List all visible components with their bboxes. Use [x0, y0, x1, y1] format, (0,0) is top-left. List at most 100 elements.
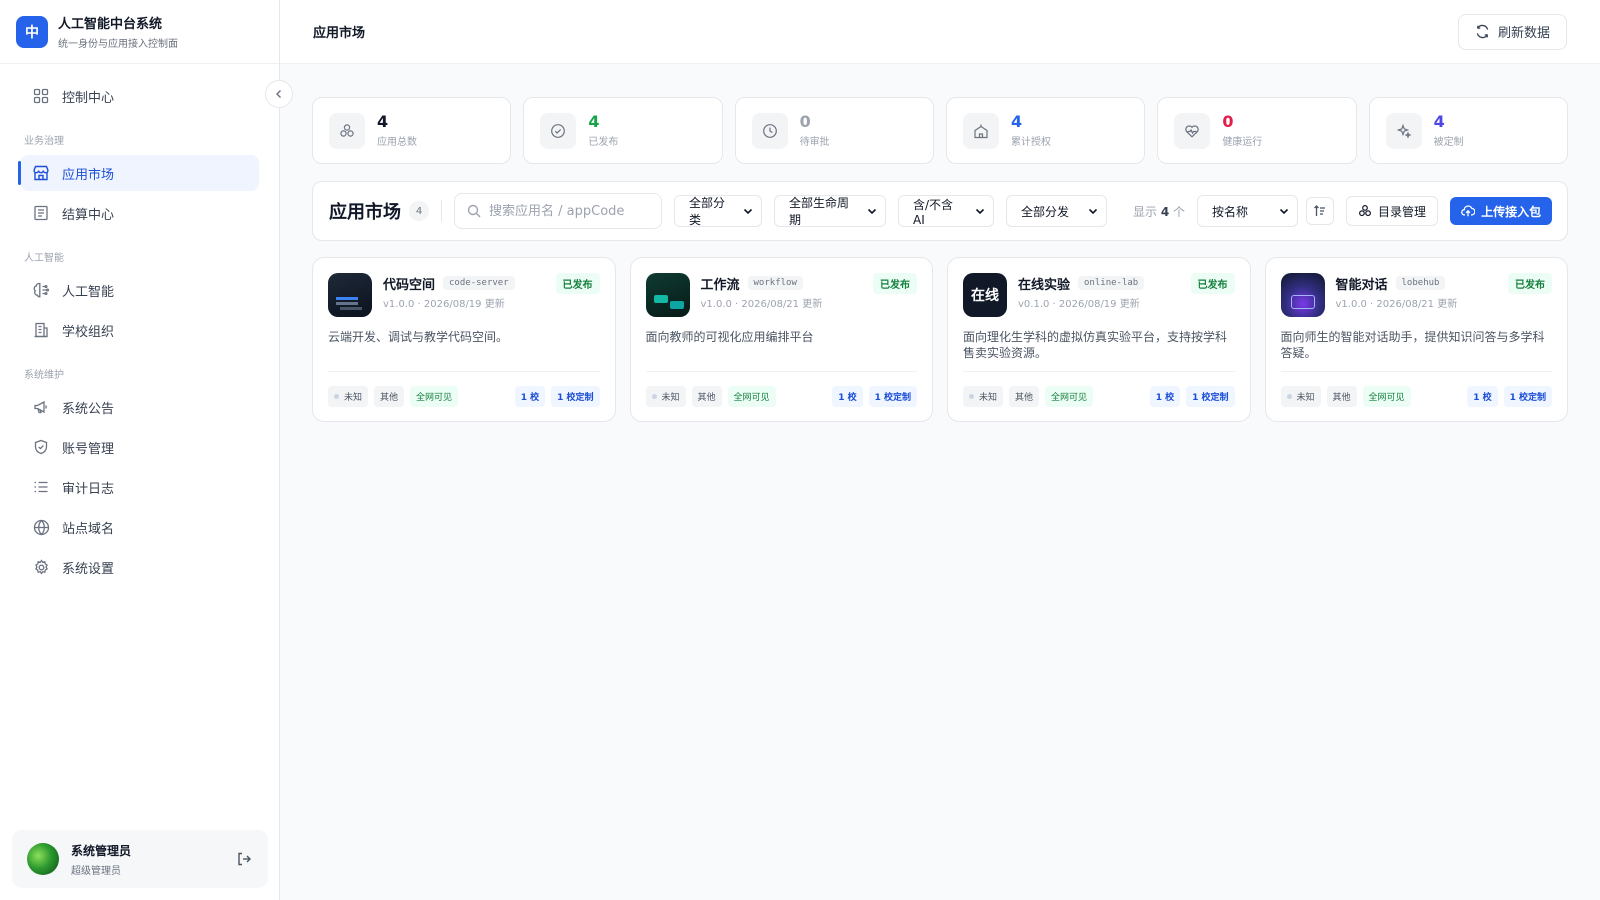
sidebar-item-billing[interactable]: 结算中心 — [20, 195, 259, 231]
shown-suffix: 个 — [1173, 204, 1186, 219]
health-tag: 未知 — [645, 386, 686, 407]
search-input[interactable] — [489, 203, 649, 219]
sidebar-item-audit-log[interactable]: 审计日志 — [20, 469, 259, 505]
lifecycle-filter[interactable]: 全部生命周期 — [774, 195, 886, 227]
app-description: 云端开发、调试与教学代码空间。 — [328, 330, 509, 344]
stat-label: 已发布 — [588, 137, 619, 148]
sidebar-item-label: 控制中心 — [62, 90, 115, 106]
category-tag: 其他 — [1009, 386, 1040, 407]
apps-icon — [329, 112, 365, 149]
upload-label: 上传接入包 — [1481, 204, 1542, 219]
sidebar-item-schools[interactable]: 学校组织 — [20, 312, 259, 348]
custom-tag: 1 校定制 — [1503, 386, 1552, 407]
sidebar-item-label: 应用市场 — [62, 167, 115, 183]
grid-icon — [32, 87, 50, 105]
megaphone-icon — [32, 398, 50, 416]
sidebar-item-ai[interactable]: 人工智能 — [20, 272, 259, 308]
refresh-icon — [1475, 24, 1490, 39]
category-tag: 其他 — [1326, 386, 1357, 407]
stat-value: 4 — [588, 112, 600, 131]
status-badge: 已发布 — [1190, 272, 1235, 294]
sidebar-item-label: 账号管理 — [62, 441, 115, 457]
refresh-button[interactable]: 刷新数据 — [1457, 13, 1567, 50]
app-code: online-lab — [1078, 276, 1145, 290]
page-title: 应用市场 — [313, 26, 366, 41]
app-card[interactable]: 智能对话 lobehub 已发布 v1.0.0 · 2026/08/21 更新 … — [1264, 257, 1568, 422]
app-version: v1.0.0 · 2026/08/19 更新 — [383, 299, 505, 310]
lifecycle-filter-value: 全部生命周期 — [789, 196, 850, 227]
catalog-button[interactable]: 目录管理 — [1346, 196, 1439, 226]
sidebar-item-announcements[interactable]: 系统公告 — [20, 389, 259, 425]
health-tag: 未知 — [328, 386, 369, 407]
app-version: v0.1.0 · 2026/08/19 更新 — [1018, 299, 1140, 310]
sort-select-value: 按名称 — [1212, 204, 1249, 219]
app-card[interactable]: 工作流 workflow 已发布 v1.0.0 · 2026/08/21 更新 … — [629, 257, 933, 422]
sort-direction-button[interactable] — [1306, 197, 1335, 225]
schools-tag: 1 校 — [1467, 386, 1498, 407]
shown-prefix: 显示 — [1133, 204, 1158, 219]
sidebar-nav: 控制中心 业务治理 应用市场 结算中心 人工智能 人工智能 学校组织 系统维护 … — [0, 64, 279, 599]
brand: 中 人工智能中台系统 统一身份与应用接入控制面 — [0, 0, 279, 64]
stat-value: 0 — [799, 112, 811, 131]
brain-icon — [32, 281, 50, 299]
shown-number: 4 — [1160, 204, 1170, 219]
app-name: 在线实验 — [1018, 277, 1071, 293]
sidebar-item-label: 结算中心 — [62, 207, 115, 223]
heart-pulse-icon — [1174, 112, 1211, 149]
stat-value: 4 — [1010, 112, 1023, 131]
health-tag-label: 未知 — [344, 393, 363, 403]
sidebar-item-domains[interactable]: 站点域名 — [20, 509, 259, 545]
visibility-tag: 全网可见 — [727, 386, 776, 407]
search-box[interactable] — [454, 193, 662, 229]
category-filter[interactable]: 全部分类 — [674, 195, 762, 227]
app-icon — [328, 273, 372, 317]
health-tag-label: 未知 — [1296, 393, 1315, 403]
section-title: 应用市场 — [329, 202, 401, 223]
sidebar-item-app-market[interactable]: 应用市场 — [18, 155, 259, 191]
ai-filter-value: 含/不含 AI — [913, 197, 954, 227]
distribution-filter[interactable]: 全部分发 — [1006, 195, 1107, 227]
stat-label: 应用总数 — [377, 137, 417, 148]
ai-filter[interactable]: 含/不含 AI — [898, 195, 994, 227]
stat-value: 4 — [377, 112, 389, 131]
check-circle-icon — [540, 112, 577, 149]
avatar[interactable] — [27, 843, 59, 875]
sidebar-item-label: 站点域名 — [62, 521, 115, 537]
app-icon: 在线 — [963, 273, 1007, 317]
upload-package-button[interactable]: 上传接入包 — [1450, 197, 1553, 225]
app-card-grid: 代码空间 code-server 已发布 v1.0.0 · 2026/08/19… — [312, 257, 1568, 422]
sidebar-item-label: 人工智能 — [62, 284, 115, 300]
sidebar-item-dashboard[interactable]: 控制中心 — [20, 78, 259, 114]
sort-select[interactable]: 按名称 — [1197, 195, 1299, 227]
app-card[interactable]: 代码空间 code-server 已发布 v1.0.0 · 2026/08/19… — [312, 257, 616, 422]
brand-logo: 中 — [16, 15, 48, 48]
stat-card-healthy: 0 健康运行 — [1157, 97, 1357, 164]
school-icon — [962, 112, 999, 149]
custom-tag: 1 校定制 — [551, 386, 600, 407]
sidebar-collapse-button[interactable] — [265, 80, 293, 108]
app-description: 面向理化生学科的虚拟仿真实验平台，支持按学科售卖实验资源。 — [963, 330, 1228, 360]
chevron-down-icon — [1279, 206, 1289, 216]
gear-icon — [32, 558, 50, 576]
visibility-tag: 全网可见 — [1045, 386, 1094, 407]
shield-icon — [32, 438, 50, 456]
card-footer: 未知 其他 全网可见 1 校 1 校定制 — [328, 371, 600, 421]
chevron-down-icon — [1088, 206, 1098, 216]
stat-label: 累计授权 — [1010, 137, 1051, 148]
category-tag: 其他 — [374, 386, 405, 407]
topbar: 应用市场 刷新数据 — [280, 0, 1600, 64]
app-description: 面向师生的智能对话助手，提供知识问答与多学科答疑。 — [1280, 330, 1545, 360]
list-icon — [32, 478, 50, 496]
refresh-label: 刷新数据 — [1497, 26, 1550, 41]
stat-card-published: 4 已发布 — [523, 97, 723, 164]
sidebar-item-accounts[interactable]: 账号管理 — [20, 429, 259, 465]
app-version: v1.0.0 · 2026/08/21 更新 — [1335, 299, 1458, 310]
sidebar-item-settings[interactable]: 系统设置 — [20, 549, 259, 585]
app-card[interactable]: 在线 在线实验 online-lab 已发布 v0.1.0 · 2026/08/… — [947, 257, 1251, 422]
card-footer: 未知 其他 全网可见 1 校 1 校定制 — [963, 371, 1235, 421]
receipt-icon — [32, 204, 50, 222]
app-icon — [645, 273, 690, 317]
stat-card-pending: 0 待审批 — [734, 97, 934, 164]
clock-icon — [751, 112, 788, 149]
logout-icon[interactable] — [235, 850, 253, 868]
